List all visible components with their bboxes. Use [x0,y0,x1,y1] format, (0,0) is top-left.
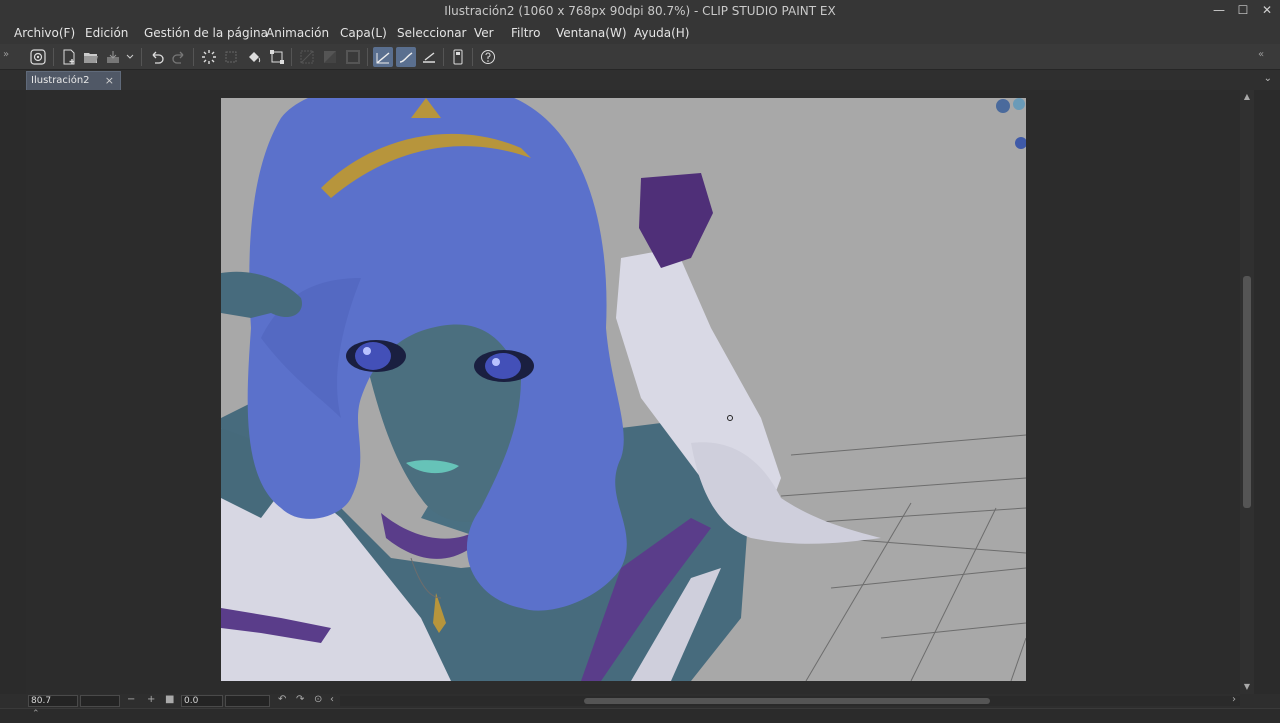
save-icon[interactable] [103,47,123,67]
rotate-left-icon[interactable]: ↶ [278,694,286,705]
rotation-slider[interactable] [225,695,270,707]
collapse-right-icon[interactable]: « [1258,49,1264,60]
tabs-dropdown-icon[interactable]: ⌄ [1264,73,1272,84]
menu-archivo[interactable]: Archivo(F) [14,26,75,40]
transform-icon[interactable] [267,47,287,67]
undo-icon[interactable] [147,47,167,67]
zoom-out-icon[interactable]: − [127,694,135,705]
menu-bar: Archivo(F) Edición Gestión de la página … [0,22,1280,44]
horizontal-scrollbar[interactable] [340,696,1240,706]
tab-label: Ilustración2 [31,75,90,86]
scroll-right-icon[interactable]: › [1232,694,1236,705]
selection-border-icon[interactable] [343,47,363,67]
zoom-slider[interactable] [80,695,120,707]
clear-icon[interactable] [221,47,241,67]
menu-ver[interactable]: Ver [474,26,494,40]
menu-gestion-pagina[interactable]: Gestión de la página [144,26,268,40]
tab-ilustracion2[interactable]: Ilustración2 × [26,71,121,90]
menu-ayuda[interactable]: Ayuda(H) [634,26,689,40]
command-bar: » « [0,44,1280,70]
invert-selection-icon[interactable] [320,47,340,67]
device-icon[interactable] [448,47,468,67]
deselect-icon[interactable] [297,47,317,67]
help-icon[interactable] [478,47,498,67]
menu-ventana[interactable]: Ventana(W) [556,26,627,40]
expand-up-icon[interactable]: ⌃ [32,709,40,719]
maximize-button[interactable]: ☐ [1236,3,1250,17]
rotation-field[interactable]: 0.0 [181,695,223,707]
new-file-icon[interactable] [59,47,79,67]
menu-animacion[interactable]: Animación [266,26,329,40]
window-title: Ilustración2 (1060 x 768px 90dpi 80.7%) … [444,4,836,18]
rotate-right-icon[interactable]: ↷ [296,694,304,705]
canvas-artwork[interactable] [221,98,1026,681]
bottom-panel-strip: ⌃ [0,708,1280,723]
left-panel-gutter [0,90,26,694]
vertical-scrollbar[interactable]: ▲ ▼ [1240,90,1254,694]
correction-line-1-icon[interactable] [373,47,393,67]
zoom-field[interactable]: 80.7 [28,695,78,707]
scroll-down-icon[interactable]: ▼ [1240,682,1254,694]
open-file-icon[interactable] [81,47,101,67]
clip-studio-icon[interactable] [28,47,48,67]
vertical-scroll-thumb[interactable] [1243,276,1251,508]
window-controls: — ☐ ✕ [1212,3,1274,17]
close-button[interactable]: ✕ [1260,3,1274,17]
menu-capa[interactable]: Capa(L) [340,26,387,40]
illustration [221,98,1026,681]
fill-icon[interactable] [244,47,264,67]
close-tab-icon[interactable]: × [105,74,114,87]
fit-icon[interactable]: ■ [165,694,174,705]
menu-edicion[interactable]: Edición [85,26,128,40]
title-bar: Ilustración2 (1060 x 768px 90dpi 80.7%) … [0,0,1280,22]
reset-rotation-icon[interactable]: ⊙ [314,694,322,705]
collapse-left-icon[interactable]: » [3,49,9,60]
menu-filtro[interactable]: Filtro [511,26,540,40]
status-bar: 80.7 − + ■ 0.0 ↶ ↷ ⊙ ‹ › [0,694,1280,708]
redo-icon[interactable] [169,47,189,67]
scroll-up-icon[interactable]: ▲ [1240,92,1254,104]
loading-icon[interactable] [199,47,219,67]
zoom-in-icon[interactable]: + [147,694,155,705]
correction-line-2-icon[interactable] [396,47,416,67]
document-tab-row: Ilustración2 × ⌄ [0,70,1280,90]
menu-seleccionar[interactable]: Seleccionar [397,26,466,40]
right-panel-gutter [1254,90,1280,694]
correction-line-3-icon[interactable] [419,47,439,67]
minimize-button[interactable]: — [1212,3,1226,17]
horizontal-scroll-thumb[interactable] [584,698,990,704]
chevron-down-icon[interactable] [123,47,137,67]
scroll-left-icon[interactable]: ‹ [330,694,334,705]
